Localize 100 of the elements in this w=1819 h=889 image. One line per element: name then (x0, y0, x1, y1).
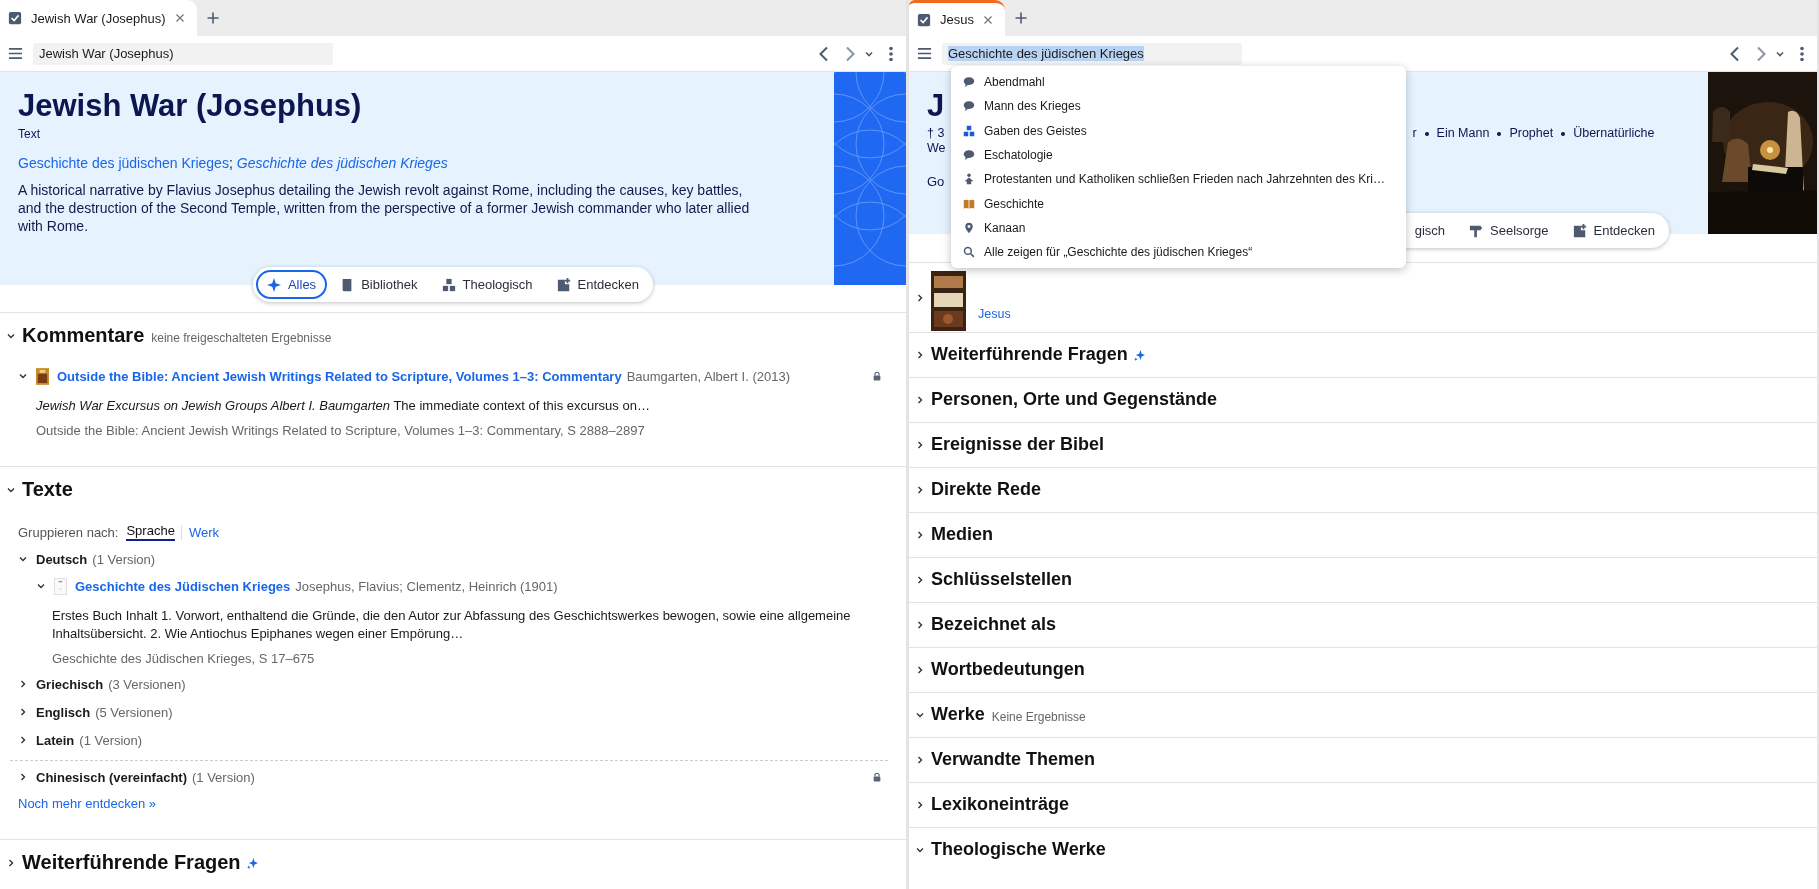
suggestion-item[interactable]: Geschichte (951, 191, 1406, 216)
filter-tab[interactable]: Entdecken (1561, 216, 1666, 245)
chevron-down-icon[interactable] (18, 554, 28, 564)
meta-link[interactable]: Übernatürliche (1573, 126, 1655, 141)
checklist-icon (917, 12, 931, 27)
version-count: (3 Versionen) (108, 676, 186, 692)
search-icon (963, 246, 975, 259)
section-heading[interactable]: Direkte Rede (931, 479, 1042, 500)
section-heading[interactable]: Weiterführende Fragen (22, 851, 241, 874)
more-icon[interactable] (888, 45, 894, 62)
suggestion-item[interactable]: Abendmahl (951, 70, 1406, 95)
book-cover-icon (54, 577, 67, 595)
version-count: (1 Version) (192, 769, 255, 785)
chevron-right-icon[interactable] (915, 619, 925, 630)
section-note: keine freigeschalteten Ergebnisse (151, 330, 332, 345)
filter-tab[interactable]: Alles (255, 270, 328, 299)
section-heading[interactable]: Personen, Orte und Gegenstände (931, 389, 1218, 410)
address-field[interactable]: Geschichte des jüdischen Krieges (942, 42, 1242, 65)
chevron-right-icon[interactable] (915, 484, 925, 495)
suggestion-item[interactable]: Protestanten und Katholiken schließen Frieden nach Jahrzehnten des Kri… (951, 167, 1406, 192)
chevron-right-icon[interactable] (915, 529, 925, 540)
speech-bubble-icon (963, 149, 975, 162)
chevron-right-icon[interactable] (915, 754, 925, 765)
chevron-right-icon[interactable] (915, 574, 925, 585)
signpost-icon (1469, 223, 1483, 238)
work-link[interactable]: Geschichte des Jüdischen Krieges (75, 578, 291, 594)
meta-link[interactable]: Prophet (1509, 126, 1554, 141)
chevron-right-icon[interactable] (915, 394, 925, 405)
chevron-right-icon[interactable] (915, 349, 925, 360)
map-pin-icon (963, 221, 975, 234)
suggestion-item[interactable]: Alle zeigen für „Geschichte des jüdischen Krieges“ (951, 240, 1406, 265)
section-heading[interactable]: Texte (22, 478, 73, 501)
section-heading[interactable]: Theologische Werke (931, 839, 1106, 860)
chevron-down-icon[interactable] (36, 581, 46, 591)
filter-tab[interactable]: Entdecken (545, 270, 651, 299)
section-heading[interactable]: Schlüsselstellen (931, 569, 1073, 590)
meta-link[interactable]: r (1412, 126, 1417, 141)
chevron-right-icon[interactable] (6, 857, 16, 868)
book-cover-icon (36, 367, 49, 385)
section-heading[interactable]: Weiterführende Fragen (931, 344, 1128, 365)
filter-tab[interactable]: Bibliothek (329, 270, 429, 299)
title-link[interactable]: Geschichte des jüdischen Krieges (236, 154, 448, 172)
chevron-right-icon[interactable] (915, 664, 925, 675)
chevron-right-icon[interactable] (18, 772, 28, 782)
section-heading[interactable]: Verwandte Themen (931, 749, 1096, 770)
work-byline: Baumgarten, Albert I. (2013) (626, 368, 790, 384)
address-field[interactable]: Jewish War (Josephus) (33, 42, 333, 65)
meta-link[interactable]: We (927, 141, 946, 156)
suggestion-item[interactable]: Mann des Krieges (951, 94, 1406, 119)
section-heading[interactable]: Medien (931, 524, 993, 545)
speech-bubble-icon (963, 76, 975, 89)
chevron-right-icon[interactable] (915, 799, 925, 810)
chevron-right-icon[interactable] (18, 707, 28, 717)
chevron-right-icon[interactable] (915, 293, 925, 303)
blocks-icon (441, 277, 456, 292)
page-title: J (927, 87, 945, 125)
work-byline: Josephus, Flavius; Clementz, Heinrich (1901) (295, 578, 558, 594)
meta-link[interactable]: † 3 (927, 126, 945, 141)
tab[interactable]: Jewish War (Josephus) (0, 0, 197, 36)
page-title: Jewish War (Josephus) (18, 87, 363, 125)
chevron-right-icon[interactable] (18, 735, 28, 745)
group-option[interactable]: Sprache (126, 523, 175, 541)
section-heading[interactable]: Werke (931, 704, 985, 725)
section-heading[interactable]: Bezeichnet als (931, 614, 1057, 635)
section-heading[interactable]: Wortbedeutungen (931, 659, 1085, 680)
work-link[interactable]: Outside the Bible: Ancient Jewish Writings Related to Scripture, Volumes 1–3: Commentary (57, 368, 622, 384)
language-heading[interactable]: Englisch (36, 704, 91, 720)
source-reference: Geschichte des Jüdischen Krieges, S 17–675 (51, 650, 316, 668)
chevron-right-icon[interactable] (915, 439, 925, 450)
filter-tab[interactable]: Seelsorge (1458, 216, 1560, 245)
source-reference: Outside the Bible: Ancient Jewish Writings Related to Scripture, Volumes 1–3: Commentary, S 2888–2897 (35, 422, 646, 440)
more-icon[interactable] (1799, 45, 1805, 62)
close-icon[interactable] (174, 13, 185, 23)
section-heading[interactable]: Kommentare (22, 324, 145, 347)
language-heading[interactable]: Chinesisch (vereinfacht) (36, 769, 187, 785)
suggestion-item[interactable]: Gaben des Geistes (951, 118, 1406, 143)
language-heading[interactable]: Deutsch (36, 551, 88, 567)
group-option[interactable]: Werk (180, 524, 225, 540)
result-link[interactable]: Jesus (978, 307, 1011, 321)
more-link[interactable]: Noch mehr entdecken » (0, 789, 175, 813)
suggestion-item[interactable]: Eschatologie (951, 142, 1406, 168)
meta-link[interactable]: Ein Mann (1436, 126, 1490, 141)
chevron-down-icon[interactable] (18, 371, 28, 381)
close-icon[interactable] (982, 14, 993, 25)
menu-icon[interactable] (917, 46, 932, 61)
menu-icon[interactable] (8, 46, 23, 61)
separator-text: ; (228, 154, 233, 172)
section-heading[interactable]: Ereignisse der Bibel (931, 434, 1105, 455)
book-icon (963, 197, 975, 210)
document-plus-icon (1572, 223, 1587, 238)
language-heading[interactable]: Griechisch (36, 676, 104, 692)
language-heading[interactable]: Latein (36, 732, 75, 748)
filter-tab[interactable]: Theologisch (430, 270, 544, 299)
chevron-right-icon[interactable] (18, 679, 28, 689)
tab[interactable]: Jesus (909, 0, 1005, 36)
title-link[interactable]: Geschichte des jüdischen Krieges (18, 154, 229, 172)
section-heading[interactable]: Lexikoneinträge (931, 794, 1070, 815)
suggestion-item[interactable]: Kanaan (951, 215, 1406, 241)
version-count: (1 Version) (92, 551, 156, 567)
document-plus-icon (556, 277, 571, 292)
